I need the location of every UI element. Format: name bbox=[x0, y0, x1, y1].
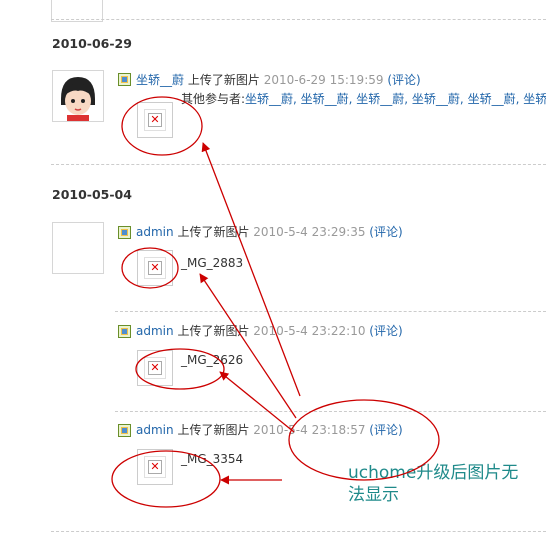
picture-title[interactable]: _MG_2883 bbox=[181, 256, 243, 270]
participants-label: 其他参与者: bbox=[181, 92, 246, 106]
date-heading: 2010-05-04 bbox=[52, 187, 132, 202]
divider bbox=[115, 411, 546, 412]
action-text: 上传了新图片 bbox=[177, 324, 250, 338]
annotation-line-2: 法显示 bbox=[348, 485, 399, 505]
broken-image-icon: ✕ bbox=[148, 113, 162, 127]
timestamp: 2010-5-4 23:18:57 bbox=[253, 423, 366, 437]
comment-link[interactable]: (评论) bbox=[369, 225, 402, 239]
action-text: 上传了新图片 bbox=[187, 73, 260, 87]
photo-feed-icon bbox=[118, 73, 131, 86]
image-thumbnail[interactable]: ✕ bbox=[137, 250, 173, 286]
action-text: 上传了新图片 bbox=[177, 423, 250, 437]
date-heading: 2010-06-29 bbox=[52, 36, 132, 51]
broken-image-icon: ✕ bbox=[148, 361, 162, 375]
feed-line: admin 上传了新图片 2010-5-4 23:22:10 (评论) bbox=[136, 324, 403, 338]
pointer-arrow bbox=[199, 273, 297, 419]
timestamp: 2010-5-4 23:22:10 bbox=[253, 324, 366, 338]
feed-line: admin 上传了新图片 2010-5-4 23:29:35 (评论) bbox=[136, 225, 403, 239]
image-thumbnail[interactable]: ✕ bbox=[137, 350, 173, 386]
action-text: 上传了新图片 bbox=[177, 225, 250, 239]
user-link[interactable]: 坐轿__蔚 bbox=[136, 73, 184, 87]
image-thumbnail[interactable]: ✕ bbox=[137, 449, 173, 485]
photo-feed-icon bbox=[118, 424, 131, 437]
comment-link[interactable]: (评论) bbox=[387, 73, 420, 87]
timestamp: 2010-6-29 15:19:59 bbox=[263, 73, 384, 87]
feed-line: 坐轿__蔚 上传了新图片 2010-6-29 15:19:59 (评论) bbox=[136, 73, 421, 87]
participants-line: 其他参与者:坐轿__蔚, 坐轿__蔚, 坐轿__蔚, 坐轿__蔚, 坐轿__蔚,… bbox=[181, 92, 546, 106]
broken-image-icon: ✕ bbox=[148, 460, 162, 474]
participants-names[interactable]: 坐轿__蔚, 坐轿__蔚, 坐轿__蔚, 坐轿__蔚, 坐轿__蔚, 坐轿__蔚 bbox=[245, 92, 546, 106]
avatar-cartoon-icon bbox=[53, 71, 103, 121]
divider bbox=[51, 164, 546, 165]
timestamp: 2010-5-4 23:29:35 bbox=[253, 225, 366, 239]
divider bbox=[115, 311, 546, 312]
photo-feed-icon bbox=[118, 325, 131, 338]
comment-link[interactable]: (评论) bbox=[369, 423, 402, 437]
avatar[interactable] bbox=[52, 222, 104, 274]
photo-feed-icon bbox=[118, 226, 131, 239]
broken-image-icon: ✕ bbox=[148, 261, 162, 275]
avatar[interactable] bbox=[52, 70, 104, 122]
divider bbox=[51, 531, 546, 532]
comment-link[interactable]: (评论) bbox=[369, 324, 402, 338]
annotation-text: uchome升级后图片无 法显示 bbox=[348, 462, 518, 506]
image-thumbnail[interactable]: ✕ bbox=[137, 102, 173, 138]
user-link[interactable]: admin bbox=[136, 324, 174, 338]
picture-title[interactable]: _MG_2626 bbox=[181, 353, 243, 367]
user-link[interactable]: admin bbox=[136, 423, 174, 437]
feed-line: admin 上传了新图片 2010-5-4 23:18:57 (评论) bbox=[136, 423, 403, 437]
picture-title[interactable]: _MG_3354 bbox=[181, 452, 243, 466]
divider bbox=[51, 19, 546, 20]
annotation-line-1: uchome升级后图片无 bbox=[348, 463, 519, 483]
user-link[interactable]: admin bbox=[136, 225, 174, 239]
